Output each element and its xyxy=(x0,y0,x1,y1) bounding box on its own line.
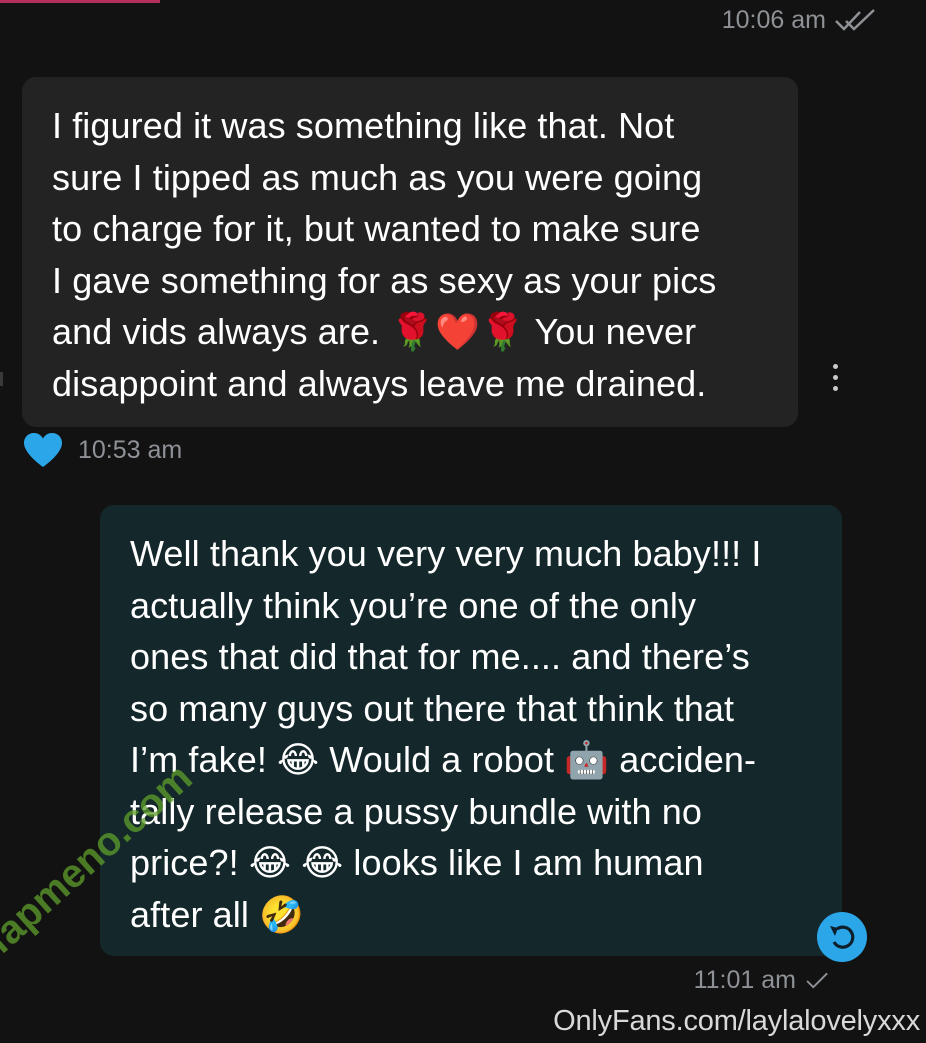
timestamp-received: 10:53 am xyxy=(78,436,182,465)
url-watermark: OnlyFans.com/laylalovelyxxx xyxy=(553,1005,920,1037)
reply-button[interactable] xyxy=(817,912,867,962)
timestamp-top-text: 10:06 am xyxy=(721,6,826,34)
double-check-icon xyxy=(835,8,875,31)
top-accent-bar xyxy=(0,0,160,3)
sent-message-bubble[interactable]: Well thank you very very much baby!!! I … xyxy=(100,505,842,956)
side-notch xyxy=(0,372,3,386)
timestamp-sent: 11:01 am xyxy=(694,966,838,995)
more-vertical-icon[interactable] xyxy=(828,364,842,398)
timestamp-top: 10:06 am xyxy=(722,6,878,35)
timestamp-sent-text: 11:01 am xyxy=(693,966,796,994)
timestamp-received-text: 10:53 am xyxy=(78,436,183,464)
heart-icon[interactable] xyxy=(22,431,64,469)
check-icon xyxy=(806,972,828,989)
reply-icon xyxy=(830,925,855,949)
received-message-bubble[interactable]: I figured it was something like that. No… xyxy=(22,77,798,427)
